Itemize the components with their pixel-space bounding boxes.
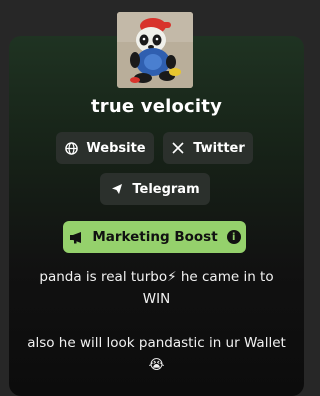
globe-icon (64, 141, 78, 155)
marketing-boost-label: Marketing Boost (92, 229, 218, 245)
description-line: also he will look pandastic in ur Wallet (27, 335, 286, 351)
description-line: panda is real turbo⚡ he came in to (39, 269, 274, 285)
x-logo-icon (171, 141, 185, 155)
token-name: true velocity (90, 96, 223, 117)
crying-emoji: 😭 (148, 357, 165, 373)
description-paragraph-1: panda is real turbo⚡ he came in to WIN (0, 266, 313, 310)
panda-avatar (117, 12, 193, 88)
telegram-button[interactable]: Telegram (100, 173, 210, 205)
twitter-label: Twitter (193, 140, 245, 156)
website-button[interactable]: Website (56, 132, 154, 164)
megaphone-icon (68, 230, 84, 244)
description-line: WIN (142, 291, 171, 307)
paper-plane-icon (110, 182, 124, 196)
website-label: Website (86, 140, 146, 156)
info-icon[interactable]: i (226, 230, 241, 244)
marketing-boost-button[interactable]: Marketing Boost i (63, 221, 246, 253)
telegram-label: Telegram (132, 181, 200, 197)
twitter-button[interactable]: Twitter (163, 132, 253, 164)
description-paragraph-2: also he will look pandastic in ur Wallet… (0, 332, 313, 376)
